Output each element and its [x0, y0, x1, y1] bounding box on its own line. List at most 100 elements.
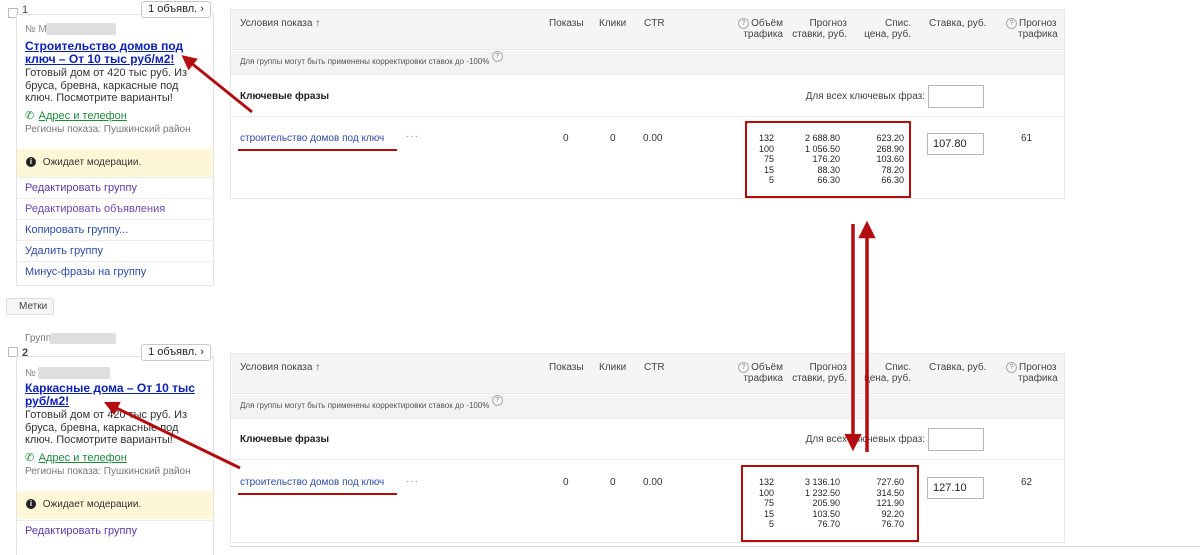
group-1-menu: Редактировать группу Редактировать объяв…: [17, 177, 213, 282]
labels-tag[interactable]: Метки: [6, 298, 55, 315]
panel-2-for-all-label: Для всех ключевых фраз:: [805, 434, 925, 445]
question-icon[interactable]: ?: [491, 395, 503, 406]
panel-2-ctr: 0.00: [643, 477, 663, 488]
more-icon[interactable]: ···: [406, 131, 419, 142]
group-label-prefix: Групп: [25, 333, 52, 344]
menu-delete-group[interactable]: Удалить группу: [17, 240, 213, 261]
th-bid-forecast[interactable]: Прогноз ставки, руб.: [787, 362, 847, 384]
ad-number-mask: [38, 367, 110, 379]
info-icon: i: [26, 157, 36, 168]
th-bid-forecast[interactable]: Прогноз ставки, руб.: [787, 18, 847, 40]
panel-2-impressions: 0: [563, 477, 569, 488]
note-text: Для группы могут быть применены корректи…: [240, 401, 490, 410]
ads-button-label: 1 объявл.: [148, 346, 198, 358]
group-1-address[interactable]: ✆ Адрес и телефон: [25, 106, 127, 124]
panel-2-keyword-link[interactable]: строительство домов под ключ: [240, 477, 384, 488]
th-line: трафика: [743, 373, 783, 384]
th-impressions[interactable]: Показы: [549, 362, 584, 373]
th-traffic-forecast[interactable]: ? Прогноз трафика: [1006, 362, 1058, 384]
panel-2-note: Для группы могут быть применены корректи…: [231, 395, 1064, 419]
th-clicks[interactable]: Клики: [599, 18, 626, 29]
panel-1-bid-input[interactable]: 107.80: [927, 133, 984, 155]
panel-1-impressions: 0: [563, 133, 569, 144]
th-line: Объём: [751, 362, 783, 373]
more-icon[interactable]: ···: [406, 476, 419, 487]
chevron-right-icon: ›: [200, 3, 204, 15]
panel-1-for-all-input[interactable]: [928, 85, 984, 108]
panel-2-keywords-header: Ключевые фразы: [240, 434, 330, 445]
address-link[interactable]: Адрес и телефон: [39, 110, 127, 122]
panel-2-bid-input[interactable]: 127.10: [927, 477, 984, 499]
info-icon: i: [26, 499, 36, 510]
th-line: ставки, руб.: [792, 29, 847, 40]
question-icon[interactable]: ?: [491, 51, 503, 62]
address-link[interactable]: Адрес и телефон: [39, 452, 127, 464]
panel-1-highlight-box: [745, 121, 911, 198]
panel-1-separator: [231, 116, 1064, 117]
th-traffic-volume[interactable]: ? Объём трафика: [733, 18, 783, 40]
menu-edit-group[interactable]: Редактировать группу: [17, 177, 213, 198]
group-2-regions: Регионы показа: Пушкинский район: [25, 466, 191, 477]
th-line: трафика: [1018, 29, 1058, 40]
group-2-address[interactable]: ✆ Адрес и телефон: [25, 448, 127, 466]
panel-2-keyword-underline: [238, 493, 397, 495]
th-ctr[interactable]: CTR: [644, 18, 665, 29]
th-charged-price[interactable]: Спис. цена, руб.: [855, 362, 911, 384]
th-clicks[interactable]: Клики: [599, 362, 626, 373]
th-bid[interactable]: Ставка, руб.: [929, 18, 986, 29]
question-icon[interactable]: ?: [1006, 18, 1017, 29]
th-conditions[interactable]: Условия показа ↑: [240, 362, 320, 373]
panel-2-traffic-forecast: 62: [1021, 477, 1033, 488]
note-text: Для группы могут быть применены корректи…: [240, 57, 490, 66]
panel-1-keyword-link[interactable]: строительство домов под ключ: [240, 133, 384, 144]
panel-2-header: [231, 354, 1064, 394]
th-traffic-forecast[interactable]: ? Прогноз трафика: [1006, 18, 1058, 40]
th-traffic-volume[interactable]: ? Объём трафика: [733, 362, 783, 384]
group-1-ads-button[interactable]: 1 объявл. ›: [141, 1, 211, 18]
ad-number-prefix: № М: [25, 24, 47, 35]
group-2-menu: Редактировать группу: [17, 520, 213, 541]
th-ctr[interactable]: CTR: [644, 362, 665, 373]
group-1-ad-number: № М: [25, 24, 47, 35]
menu-negative-keywords[interactable]: Минус-фразы на группу: [17, 261, 213, 282]
question-icon[interactable]: ?: [738, 18, 750, 29]
panel-1-ctr: 0.00: [643, 133, 663, 144]
th-line: Прогноз: [809, 18, 847, 29]
panel-1-header: [231, 10, 1064, 50]
page-bottom-border: [230, 546, 1200, 547]
th-charged-price[interactable]: Спис. цена, руб.: [855, 18, 911, 40]
menu-edit-group[interactable]: Редактировать группу: [17, 520, 213, 541]
chevron-right-icon: ›: [200, 346, 204, 358]
menu-edit-ads[interactable]: Редактировать объявления: [17, 198, 213, 219]
group-2-ads-button[interactable]: 1 объявл. ›: [141, 344, 211, 361]
group-label-mask: [50, 333, 116, 344]
th-line: цена, руб.: [864, 373, 911, 384]
panel-2-separator: [231, 459, 1064, 460]
th-line: Спис.: [884, 362, 911, 373]
th-impressions[interactable]: Показы: [549, 18, 584, 29]
phone-icon: ✆: [25, 452, 35, 464]
ad-number-mask: [46, 23, 116, 35]
group-2-ad-text: Готовый дом от 420 тыс руб. Из бруса, бр…: [25, 409, 188, 446]
group-1-moderation-status: i Ожидает модерации.: [17, 149, 213, 177]
group-1-ad-text: Готовый дом от 420 тыс руб. Из бруса, бр…: [25, 67, 188, 104]
th-line: ставки, руб.: [792, 373, 847, 384]
panel-1-for-all-label: Для всех ключевых фраз:: [805, 91, 925, 102]
ads-button-label: 1 объявл.: [148, 3, 198, 15]
phone-icon: ✆: [25, 110, 35, 122]
group-2-ad-title[interactable]: Каркасные дома – От 10 тыс руб/м2!: [25, 382, 210, 408]
ad-number-prefix: №: [25, 368, 36, 379]
th-bid[interactable]: Ставка, руб.: [929, 362, 986, 373]
panel-2-highlight-box: [741, 465, 919, 542]
group-1-ad-title[interactable]: Строительство домов под ключ – От 10 тыс…: [25, 40, 210, 66]
panel-1-clicks: 0: [610, 133, 616, 144]
question-icon[interactable]: ?: [738, 362, 750, 373]
panel-2-for-all-input[interactable]: [928, 428, 984, 451]
th-line: Спис.: [884, 18, 911, 29]
menu-copy-group[interactable]: Копировать группу...: [17, 219, 213, 240]
th-conditions[interactable]: Условия показа ↑: [240, 18, 320, 29]
group-2-label: Групп: [25, 333, 51, 344]
th-line: Прогноз: [1019, 362, 1057, 373]
question-icon[interactable]: ?: [1006, 362, 1017, 373]
group-2-moderation-status: i Ожидает модерации.: [17, 491, 213, 519]
